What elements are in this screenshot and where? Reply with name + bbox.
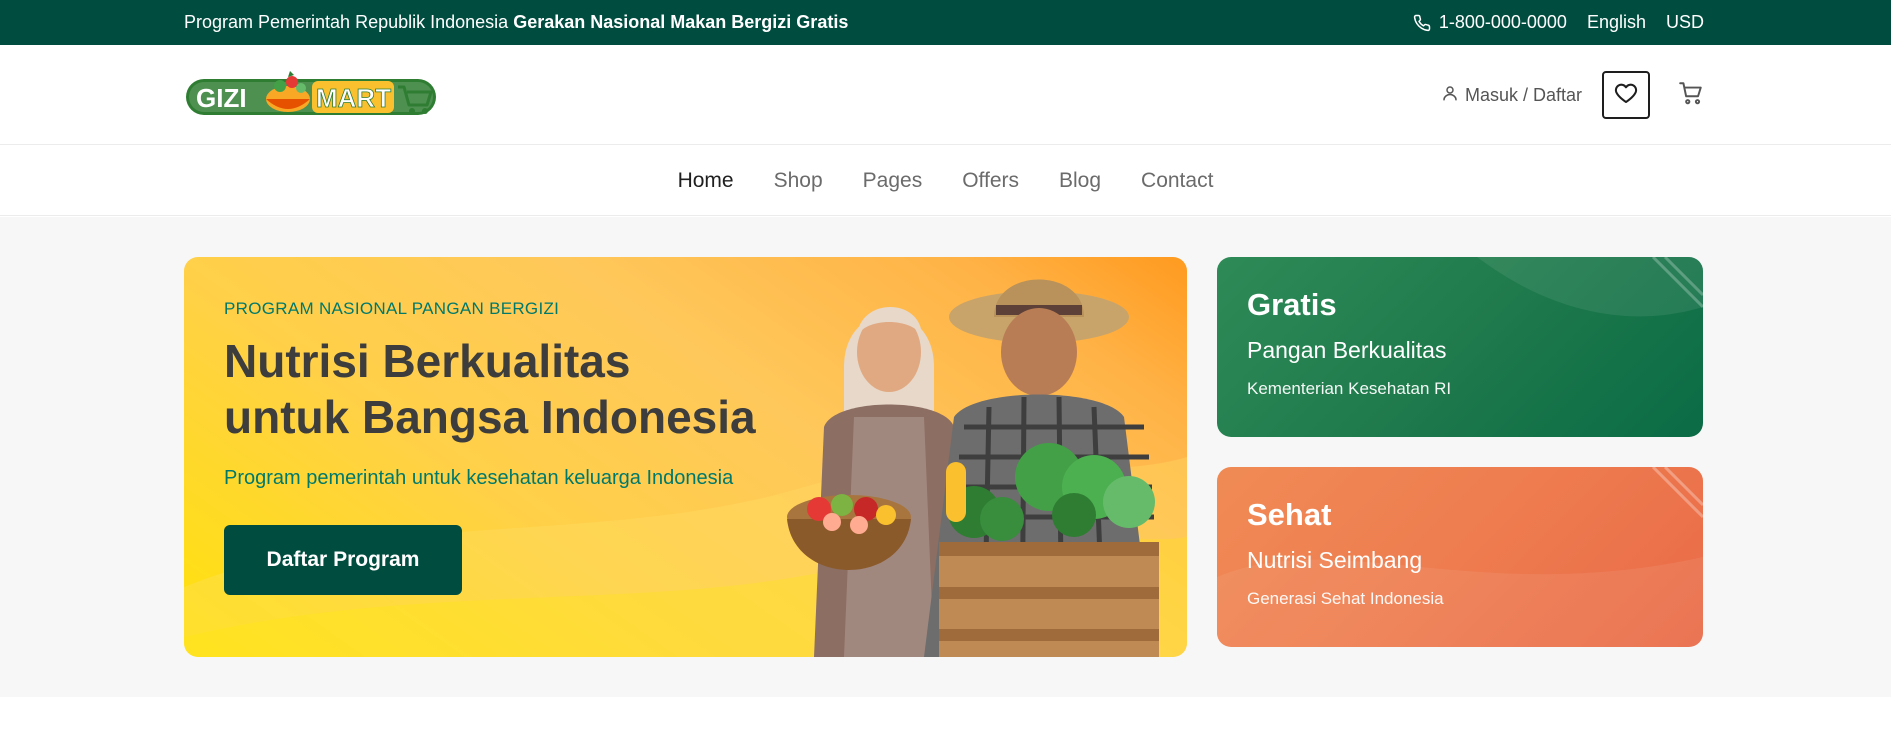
nav-item-contact[interactable]: Contact [1141, 169, 1213, 193]
logo-text-left: GIZI [196, 83, 247, 113]
wishlist-button[interactable] [1602, 71, 1650, 119]
hero-section: PROGRAM NASIONAL PANGAN BERGIZI Nutrisi … [0, 217, 1891, 697]
card-note: Generasi Sehat Indonesia [1247, 589, 1444, 608]
card-title: Gratis [1247, 287, 1337, 322]
nav-item-blog[interactable]: Blog [1059, 169, 1101, 193]
promo-card-gratis[interactable]: Gratis Pangan Berkualitas Kementerian Ke… [1217, 257, 1703, 437]
user-icon [1441, 84, 1459, 107]
card-subtitle: Pangan Berkualitas [1247, 337, 1447, 363]
register-program-button[interactable]: Daftar Program [224, 525, 462, 595]
hero-people-image [787, 279, 1159, 657]
site-header: GIZI MART Masuk / Daftar [0, 45, 1891, 145]
logo-text-right: MART [316, 83, 391, 113]
nav-item-home[interactable]: Home [678, 169, 734, 193]
nav-item-shop[interactable]: Shop [774, 169, 823, 193]
hero-title-line-1: Nutrisi Berkualitas [224, 335, 631, 387]
promo-card-sehat[interactable]: Sehat Nutrisi Seimbang Generasi Sehat In… [1217, 467, 1703, 647]
program-strong-text: Gerakan Nasional Makan Bergizi Gratis [513, 12, 849, 32]
login-label: Masuk / Daftar [1464, 84, 1582, 105]
nav-item-pages[interactable]: Pages [863, 169, 923, 193]
currency-selector[interactable]: USD [1666, 12, 1704, 33]
hero-title: Nutrisi Berkualitas untuk Bangsa Indones… [224, 333, 824, 445]
hero-subtitle: Program pemerintah untuk kesehatan kelua… [224, 467, 734, 489]
hero-eyebrow: PROGRAM NASIONAL PANGAN BERGIZI [224, 299, 560, 318]
language-selector[interactable]: English [1587, 12, 1646, 33]
nav-item-offers[interactable]: Offers [962, 169, 1019, 193]
program-announcement: Program Pemerintah Republik Indonesia Ge… [184, 12, 848, 33]
phone-number: 1-800-000-0000 [1438, 12, 1567, 32]
card-title: Sehat [1247, 497, 1332, 532]
phone-contact[interactable]: 1-800-000-0000 [1413, 12, 1567, 33]
hero-title-line-2: untuk Bangsa Indonesia [224, 391, 756, 443]
login-register-link[interactable]: Masuk / Daftar [1441, 84, 1582, 107]
cart-button[interactable] [1678, 80, 1704, 111]
top-bar: Program Pemerintah Republik Indonesia Ge… [0, 0, 1891, 45]
phone-icon [1413, 14, 1431, 32]
cart-icon [1678, 80, 1704, 111]
main-navigation: Home Shop Pages Offers Blog Contact [0, 146, 1891, 216]
card-note: Kementerian Kesehatan RI [1247, 379, 1452, 398]
card-subtitle: Nutrisi Seimbang [1247, 547, 1423, 573]
program-text: Program Pemerintah Republik Indonesia [184, 12, 509, 32]
heart-icon [1614, 81, 1638, 110]
hero-banner: PROGRAM NASIONAL PANGAN BERGIZI Nutrisi … [184, 257, 1187, 657]
gizimart-logo[interactable]: GIZI MART [184, 69, 436, 121]
